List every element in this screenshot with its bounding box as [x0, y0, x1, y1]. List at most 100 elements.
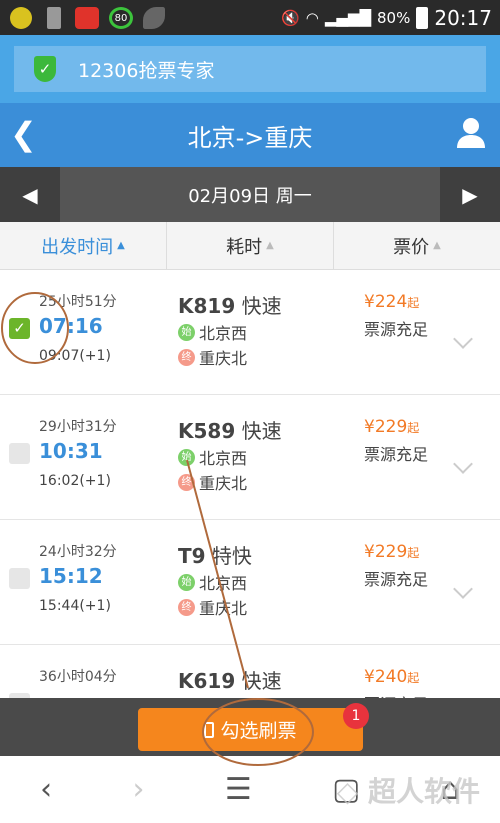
next-day-button[interactable]: ▶: [440, 167, 500, 222]
train-name: K589 快速: [178, 415, 282, 444]
price-suffix: 起: [407, 546, 420, 560]
station-name: 北京西: [199, 324, 248, 343]
phone-icon: [204, 721, 215, 738]
depart-time: 10:31: [39, 439, 103, 463]
train-type: 快速: [241, 419, 282, 443]
price-value: ¥229: [364, 417, 408, 437]
signal-icon: ▂▄▆█: [324, 8, 372, 27]
duration: 24小时32分: [39, 544, 117, 560]
train-checkbox[interactable]: [9, 443, 30, 464]
download-icon: [47, 7, 61, 29]
duration: 36小时04分: [39, 669, 117, 685]
date-label: 02月09日 周一: [188, 185, 312, 207]
sort-depart-time[interactable]: 出发时间 ▲: [0, 222, 167, 269]
train-checkbox[interactable]: ✓: [9, 318, 30, 339]
arrive-time: 09:07(+1): [39, 348, 111, 364]
availability: 票源充足: [364, 320, 429, 339]
train-row[interactable]: ✓ 25小时51分 07:16 09:07(+1) K819 快速 ¥224起 …: [0, 270, 500, 395]
end-badge: 终: [178, 473, 195, 491]
train-type: 快速: [241, 294, 282, 318]
start-badge: 始: [178, 573, 195, 591]
arrive-time: 15:44(+1): [39, 598, 111, 614]
app-banner: ✓ 12306抢票专家: [0, 35, 500, 103]
price-suffix: 起: [407, 421, 420, 435]
expand-chevron-icon[interactable]: [453, 329, 473, 349]
availability: 票源充足: [364, 445, 429, 464]
cow-app-icon: [75, 7, 99, 29]
train-name: K819 快速: [178, 290, 282, 319]
nav-back-icon[interactable]: ‹: [40, 772, 52, 807]
train-row[interactable]: 29小时31分 10:31 16:02(+1) K589 快速 ¥229起 票源…: [0, 395, 500, 520]
user-icon[interactable]: [456, 117, 486, 149]
depart-time: 07:16: [39, 314, 103, 338]
station-name: 北京西: [199, 574, 248, 593]
price-suffix: 起: [407, 296, 420, 310]
app-360-icon: [10, 7, 32, 29]
header: ❮ 北京->重庆: [0, 103, 500, 167]
clock: 20:17: [434, 5, 492, 30]
sort-price[interactable]: 票价 ▲: [334, 222, 500, 269]
to-station: 终重庆北: [178, 595, 247, 619]
battery-icon: [416, 6, 429, 29]
sort-label: 出发时间: [41, 236, 114, 258]
station-name: 重庆北: [199, 599, 248, 618]
expand-chevron-icon[interactable]: [453, 579, 473, 599]
end-badge: 终: [178, 598, 195, 616]
sort-up-icon: ▲: [433, 240, 441, 251]
wifi-icon: ◠: [305, 8, 319, 27]
price: ¥240起: [364, 667, 419, 687]
duration: 29小时31分: [39, 419, 117, 435]
availability: 票源充足: [364, 570, 429, 589]
mute-icon: 🔇: [281, 8, 300, 27]
action-bar: 勾选刷票 1: [0, 698, 500, 756]
banner-box[interactable]: ✓ 12306抢票专家: [14, 46, 486, 92]
price-value: ¥229: [364, 542, 408, 562]
sort-up-icon: ▲: [117, 240, 125, 251]
battery-percent: 80%: [377, 8, 411, 27]
count-badge: 1: [343, 703, 369, 729]
duration: 25小时51分: [39, 294, 117, 310]
to-station: 终重庆北: [178, 345, 247, 369]
price-suffix: 起: [407, 671, 420, 685]
station-name: 北京西: [199, 449, 248, 468]
station-name: 重庆北: [199, 474, 248, 493]
start-badge: 始: [178, 448, 195, 466]
expand-chevron-icon[interactable]: [453, 454, 473, 474]
sort-label: 耗时: [226, 236, 263, 258]
price-value: ¥224: [364, 292, 408, 312]
price: ¥229起: [364, 542, 419, 562]
page-title: 北京->重庆: [187, 123, 313, 152]
train-number: K819: [178, 294, 236, 318]
to-station: 终重庆北: [178, 470, 247, 494]
status-bar: 80 🔇 ◠ ▂▄▆█ 80% 20:17: [0, 0, 500, 35]
nav-forward-icon[interactable]: ›: [132, 772, 144, 807]
from-station: 始北京西: [178, 570, 247, 594]
shield-check-icon: ✓: [34, 56, 56, 82]
from-station: 始北京西: [178, 320, 247, 344]
banner-title: 12306抢票专家: [78, 59, 215, 82]
price-value: ¥240: [364, 667, 408, 687]
price: ¥224起: [364, 292, 419, 312]
end-badge: 终: [178, 348, 195, 366]
prev-day-button[interactable]: ◀: [0, 167, 60, 222]
back-button[interactable]: ❮: [10, 115, 37, 153]
price: ¥229起: [364, 417, 419, 437]
train-type: 特快: [211, 544, 252, 568]
depart-time: 15:12: [39, 564, 103, 588]
arrive-time: 16:02(+1): [39, 473, 111, 489]
train-type: 快速: [241, 669, 282, 693]
sort-up-icon: ▲: [266, 240, 274, 251]
train-row[interactable]: 24小时32分 15:12 15:44(+1) T9 特快 ¥229起 票源充足…: [0, 520, 500, 645]
menu-icon[interactable]: ☰: [225, 772, 252, 807]
action-label: 勾选刷票: [220, 720, 297, 742]
train-number: T9: [178, 544, 206, 568]
watermark-logo: ◇ 超人软件: [336, 775, 480, 808]
train-name: T9 特快: [178, 540, 252, 569]
speed-badge-icon: 80: [109, 7, 133, 29]
sort-duration[interactable]: 耗时 ▲: [167, 222, 334, 269]
select-refresh-button[interactable]: 勾选刷票: [138, 708, 363, 751]
train-name: K619 快速: [178, 665, 282, 694]
from-station: 始北京西: [178, 445, 247, 469]
train-checkbox[interactable]: [9, 568, 30, 589]
train-number: K619: [178, 669, 236, 693]
